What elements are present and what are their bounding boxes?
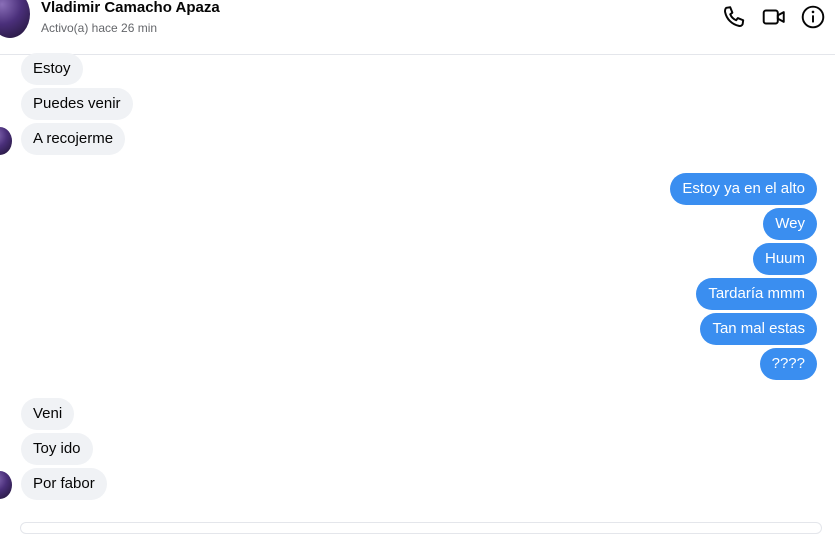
info-icon[interactable] — [800, 4, 826, 30]
outgoing-message[interactable]: Huum — [752, 243, 817, 275]
message-composer[interactable] — [20, 522, 822, 534]
phone-icon[interactable] — [721, 4, 747, 30]
contact-avatar[interactable] — [0, 0, 30, 38]
contact-active-status: Activo(a) hace 26 min — [41, 21, 158, 35]
incoming-message[interactable]: A recojerme — [21, 123, 126, 155]
outgoing-message[interactable]: Tardaría mmm — [696, 278, 817, 310]
video-camera-icon[interactable] — [761, 4, 787, 30]
outgoing-message[interactable]: Estoy ya en el alto — [670, 173, 817, 205]
sender-avatar[interactable] — [0, 127, 12, 155]
outgoing-message[interactable]: ???? — [759, 348, 817, 380]
outgoing-message[interactable]: Wey — [763, 208, 817, 240]
sender-avatar[interactable] — [0, 471, 12, 499]
incoming-message[interactable]: Puedes venir — [21, 88, 133, 120]
contact-name[interactable]: Vladimir Camacho Apaza — [41, 0, 220, 16]
chat-header: Vladimir Camacho Apaza Activo(a) hace 26… — [0, 0, 835, 55]
outgoing-message[interactable]: Tan mal estas — [700, 313, 817, 345]
incoming-message[interactable]: Por fabor — [21, 468, 107, 500]
incoming-message[interactable]: Toy ido — [21, 433, 93, 465]
incoming-message[interactable]: Estoy — [21, 53, 83, 85]
incoming-message[interactable]: Veni — [21, 398, 75, 430]
